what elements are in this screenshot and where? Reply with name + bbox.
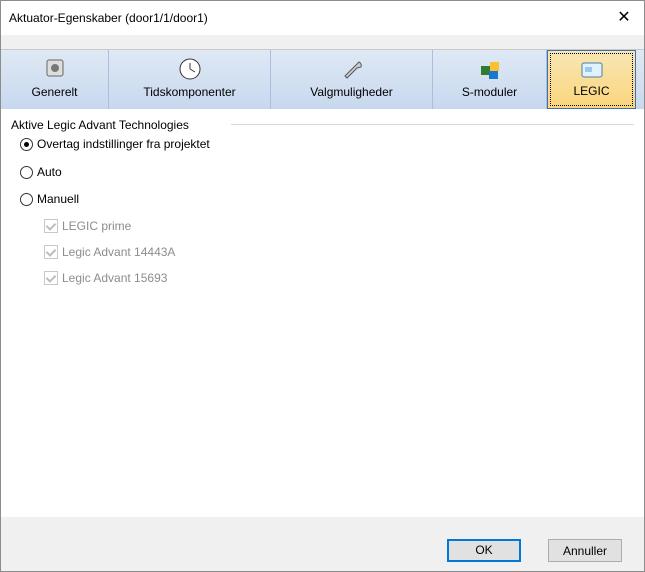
tab-valgmuligheder[interactable]: Valgmuligheder xyxy=(271,50,433,109)
cancel-button[interactable]: Annuller xyxy=(548,539,622,562)
checkbox xyxy=(44,271,58,285)
legic-panel: Aktive Legic Advant Technologies Overtag… xyxy=(1,109,644,517)
checkbox xyxy=(44,219,58,233)
tab-tidskomponenter[interactable]: Tidskomponenter xyxy=(109,50,271,109)
tab-generelt[interactable]: Generelt xyxy=(1,50,109,109)
checkbox-label: LEGIC prime xyxy=(62,219,132,233)
tab-bar: Generelt Tidskomponenter Valgmuligheder … xyxy=(1,49,644,110)
radio-button[interactable] xyxy=(20,192,33,206)
radio-auto[interactable]: Auto xyxy=(20,165,62,179)
tab-label: S-moduler xyxy=(461,85,518,99)
puzzle-icon xyxy=(477,56,503,82)
checkbox-legic-advant-15693: Legic Advant 15693 xyxy=(44,271,167,285)
tab-label: Generelt xyxy=(31,85,78,99)
tab-s-moduler[interactable]: S-moduler xyxy=(433,50,547,109)
ok-button[interactable]: OK xyxy=(447,539,521,562)
radio-button[interactable] xyxy=(20,137,33,151)
radio-label: Overtag indstillinger fra projektet xyxy=(37,137,210,151)
checkbox-label: Legic Advant 14443A xyxy=(62,245,176,259)
titlebar: Aktuator-Egenskaber (door1/1/door1) ✕ xyxy=(1,1,644,35)
checkbox-label: Legic Advant 15693 xyxy=(62,271,168,285)
radio-label: Auto xyxy=(37,165,62,179)
wrench-icon xyxy=(339,56,365,82)
group-title: Aktive Legic Advant Technologies xyxy=(11,118,192,132)
radio-manuell[interactable]: Manuell xyxy=(20,192,79,206)
checkbox-legic-prime: LEGIC prime xyxy=(44,219,131,233)
checkbox xyxy=(44,245,58,259)
dialog-footer: OK Annuller xyxy=(1,517,644,571)
checkbox-legic-advant-14443a: Legic Advant 14443A xyxy=(44,245,175,259)
window-title: Aktuator-Egenskaber (door1/1/door1) xyxy=(9,11,208,25)
properties-window: Aktuator-Egenskaber (door1/1/door1) ✕ Ge… xyxy=(0,0,645,572)
tab-label: Tidskomponenter xyxy=(143,85,236,99)
card-icon xyxy=(579,57,605,83)
settings-icon xyxy=(42,56,68,82)
radio-label: Manuell xyxy=(37,192,80,206)
radio-button[interactable] xyxy=(20,165,33,179)
tab-label: LEGIC xyxy=(573,84,610,98)
clock-icon xyxy=(177,56,203,82)
tab-label: Valgmuligheder xyxy=(310,85,393,99)
group-divider xyxy=(231,124,634,125)
tab-legic[interactable]: LEGIC xyxy=(547,50,636,109)
radio-overtag[interactable]: Overtag indstillinger fra projektet xyxy=(20,137,210,151)
close-icon[interactable]: ✕ xyxy=(604,1,644,35)
